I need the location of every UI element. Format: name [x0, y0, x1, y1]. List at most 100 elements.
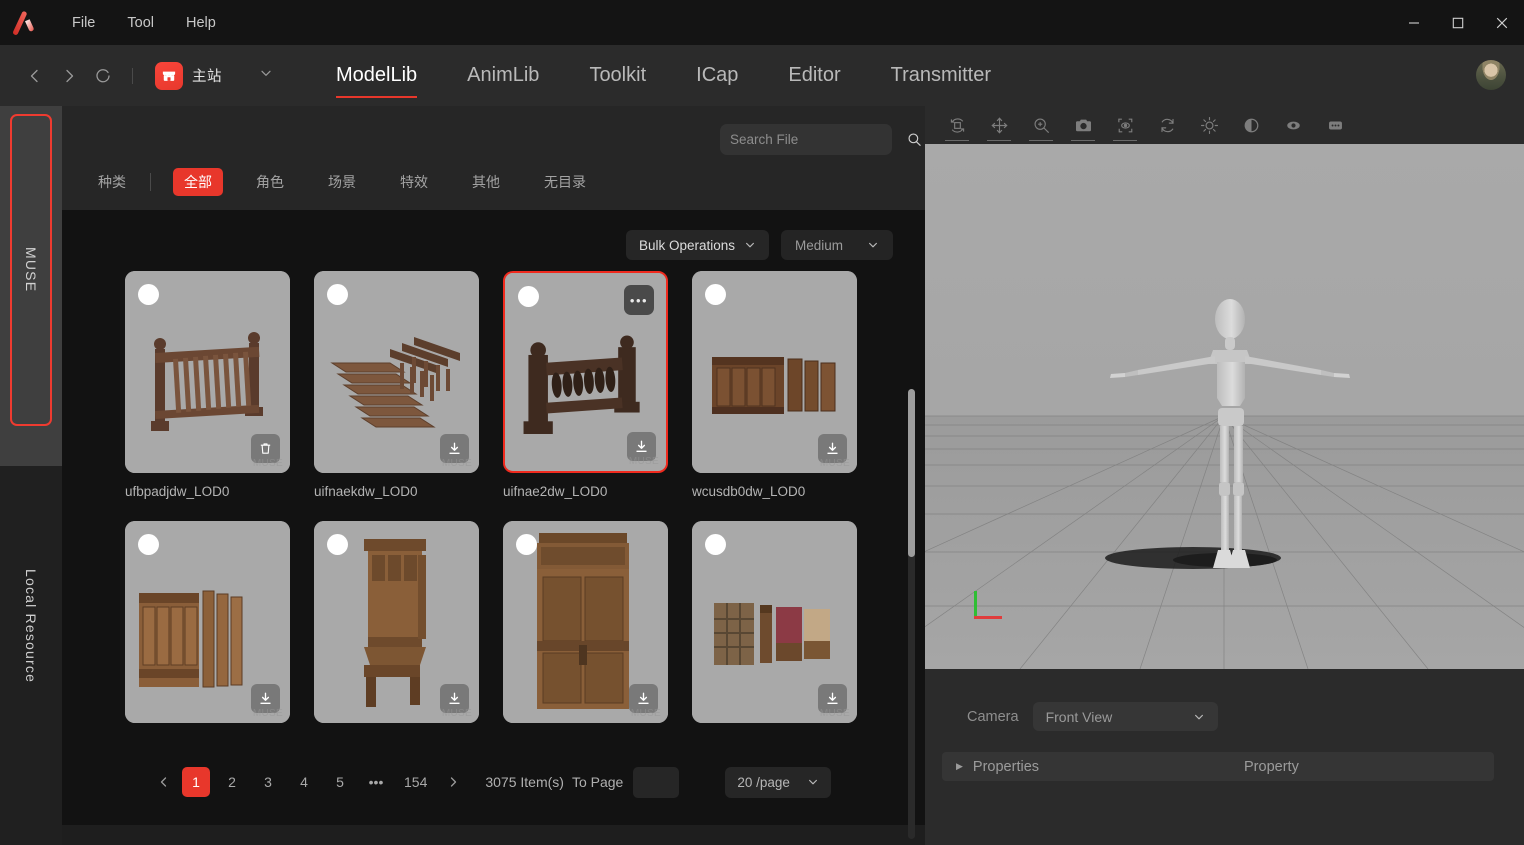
grid-scrollbar-thumb[interactable] [908, 389, 915, 557]
pagination-prev[interactable] [152, 767, 176, 797]
watermark: MUSE [252, 708, 283, 719]
search-box[interactable] [720, 124, 921, 155]
zoom-icon[interactable] [1028, 112, 1054, 141]
viewport-canvas[interactable] [925, 144, 1524, 669]
site-name: 主站 [192, 69, 222, 85]
select-checkbox[interactable] [705, 284, 726, 305]
model-thumbnail[interactable]: MUSE [314, 271, 479, 473]
model-browser-panel: 种类 全部 角色 场景 特效 其他 无目录 Bulk Operations [62, 106, 925, 839]
category-chip-all[interactable]: 全部 [173, 168, 223, 196]
reset-icon[interactable] [1154, 112, 1180, 138]
pagination-page-3[interactable]: 3 [254, 767, 282, 797]
site-selector[interactable]: 主站 [155, 61, 273, 90]
tab-transmitter[interactable]: Transmitter [866, 45, 1016, 106]
sidebar-item-local-resource[interactable]: Local Resource [10, 536, 52, 716]
minimize-icon[interactable] [1392, 0, 1436, 45]
pagination-next[interactable] [441, 767, 465, 797]
category-chip-scene[interactable]: 场景 [317, 168, 367, 196]
thumbnail-size-dropdown[interactable]: Medium [781, 230, 893, 260]
sidebar-item-label: Local Resource [23, 568, 39, 684]
model-card-selected[interactable]: ••• MUSE uifnae2dw_LOD0 [503, 271, 668, 499]
pagination-ellipsis[interactable]: ••• [362, 767, 390, 797]
category-chip-other[interactable]: 其他 [461, 168, 511, 196]
viewport-3d-scene [925, 144, 1524, 669]
select-checkbox[interactable] [327, 284, 348, 305]
category-chip-character[interactable]: 角色 [245, 168, 295, 196]
category-divider [150, 173, 151, 191]
thumbnail-size-label: Medium [795, 237, 844, 253]
move-icon[interactable] [986, 112, 1012, 141]
viewport-toolbar [925, 106, 1524, 144]
back-icon[interactable] [20, 61, 50, 91]
close-icon[interactable] [1480, 0, 1524, 45]
menu-help[interactable]: Help [170, 9, 232, 37]
pagination-page-5[interactable]: 5 [326, 767, 354, 797]
orbit-icon[interactable] [944, 112, 970, 141]
chevron-down-icon [867, 239, 879, 251]
model-card[interactable]: MUSE [692, 521, 857, 730]
sidebar-item-muse[interactable]: MUSE [10, 114, 52, 426]
category-chip-no-directory[interactable]: 无目录 [533, 168, 597, 196]
properties-header[interactable]: ▶ Properties Property [942, 752, 1494, 781]
category-filter-label: 种类 [98, 174, 126, 190]
category-chip-effects[interactable]: 特效 [389, 168, 439, 196]
model-name: uifnae2dw_LOD0 [503, 484, 608, 499]
camera-row: Camera Front View [925, 669, 1524, 731]
brightness-icon[interactable] [1196, 112, 1222, 138]
select-checkbox[interactable] [705, 534, 726, 555]
tab-editor[interactable]: Editor [763, 45, 865, 106]
model-card[interactable]: MUSE [503, 521, 668, 730]
pagination-last-page[interactable]: 154 [398, 767, 433, 797]
model-card[interactable]: MUSE [125, 521, 290, 730]
model-thumbnail[interactable]: MUSE [125, 271, 290, 473]
select-checkbox[interactable] [327, 534, 348, 555]
pagination-page-4[interactable]: 4 [290, 767, 318, 797]
pagination-page-2[interactable]: 2 [218, 767, 246, 797]
model-thumbnail[interactable]: MUSE [692, 521, 857, 723]
search-input[interactable] [730, 132, 907, 147]
select-checkbox[interactable] [516, 534, 537, 555]
model-thumbnail[interactable]: MUSE [314, 521, 479, 723]
model-name: ufbpadjdw_LOD0 [125, 484, 230, 499]
camera-label: Camera [967, 708, 1019, 725]
model-card[interactable]: MUSE uifnaekdw_LOD0 [314, 271, 479, 499]
tab-toolkit[interactable]: Toolkit [564, 45, 671, 106]
expand-triangle-icon[interactable]: ▶ [956, 761, 963, 772]
tab-modellib[interactable]: ModelLib [311, 45, 442, 106]
pagination-page-1[interactable]: 1 [182, 767, 210, 797]
model-card[interactable]: MUSE ufbpadjdw_LOD0 [125, 271, 290, 499]
camera-icon[interactable] [1070, 112, 1096, 141]
pagination-to-page-input[interactable] [633, 766, 680, 798]
select-checkbox[interactable] [518, 286, 539, 307]
contrast-icon[interactable] [1238, 112, 1264, 138]
menu-tool[interactable]: Tool [111, 9, 170, 37]
search-icon[interactable] [907, 132, 922, 147]
maximize-icon[interactable] [1436, 0, 1480, 45]
model-thumbnail[interactable]: ••• MUSE [503, 271, 668, 473]
model-thumbnail[interactable]: MUSE [503, 521, 668, 723]
tab-animlib[interactable]: AnimLib [442, 45, 564, 106]
model-thumbnail[interactable]: MUSE [125, 521, 290, 723]
reload-icon[interactable] [88, 61, 118, 91]
tab-icap[interactable]: ICap [671, 45, 763, 106]
visibility-icon[interactable] [1280, 112, 1306, 138]
frame-icon[interactable] [1112, 112, 1138, 141]
select-checkbox[interactable] [138, 284, 159, 305]
chevron-down-icon [1193, 711, 1205, 723]
app-menu-bar: File Tool Help [56, 9, 232, 37]
model-thumbnail[interactable]: MUSE [692, 271, 857, 473]
forward-icon[interactable] [54, 61, 84, 91]
menu-file[interactable]: File [56, 9, 111, 37]
chevron-down-icon[interactable] [259, 66, 273, 85]
camera-view-dropdown[interactable]: Front View [1032, 702, 1218, 731]
per-page-dropdown[interactable]: 20 /page [725, 766, 832, 798]
select-checkbox[interactable] [138, 534, 159, 555]
avatar[interactable] [1476, 60, 1506, 90]
more-icon[interactable] [1322, 112, 1348, 138]
bulk-operations-dropdown[interactable]: Bulk Operations [625, 230, 769, 260]
more-options-icon[interactable]: ••• [624, 285, 654, 315]
model-card[interactable]: MUSE wcusdb0dw_LOD0 [692, 271, 857, 499]
model-card[interactable]: MUSE [314, 521, 479, 730]
app-logo [0, 9, 46, 37]
bulk-operations-label: Bulk Operations [638, 237, 735, 253]
